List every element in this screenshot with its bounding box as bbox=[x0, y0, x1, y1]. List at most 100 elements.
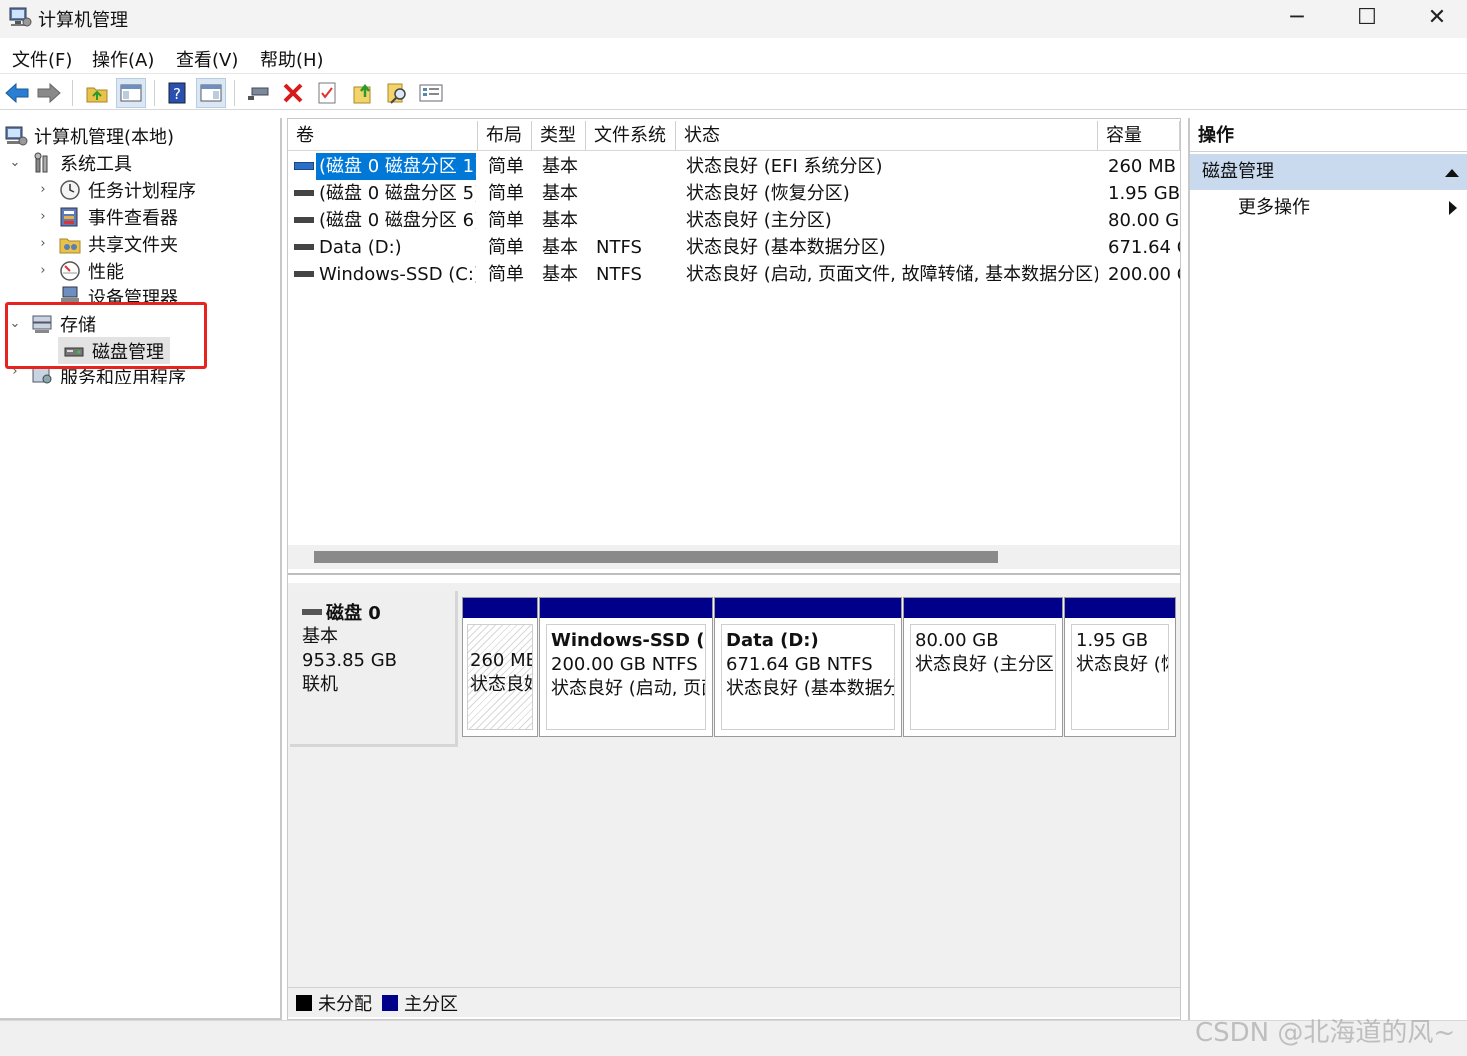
settings-icon[interactable] bbox=[416, 78, 446, 108]
more-actions-label: 更多操作 bbox=[1238, 197, 1310, 218]
connect-icon[interactable] bbox=[244, 78, 274, 108]
column-header-volume[interactable]: 卷 bbox=[288, 121, 478, 151]
tree-item-system-tools[interactable]: ⌄ 系统工具 bbox=[8, 149, 132, 176]
main-pane: 卷 布局 类型 文件系统 状态 容量 (磁盘 0 磁盘分区 1) 简单 基本 状… bbox=[287, 118, 1181, 1020]
export-icon[interactable] bbox=[348, 78, 378, 108]
column-header-capacity[interactable]: 容量 bbox=[1098, 121, 1180, 151]
tree-label: 事件查看器 bbox=[88, 207, 178, 229]
volume-icon bbox=[294, 244, 314, 250]
computer-management-icon bbox=[5, 126, 28, 145]
up-folder-icon[interactable] bbox=[82, 78, 112, 108]
chevron-right-icon[interactable]: › bbox=[36, 182, 50, 197]
toolbar-separator bbox=[234, 80, 235, 106]
cell-filesystem: NTFS bbox=[596, 264, 642, 285]
volume-list: (磁盘 0 磁盘分区 1) 简单 基本 状态良好 (EFI 系统分区) 260 … bbox=[288, 153, 1180, 293]
tree-label: 系统工具 bbox=[60, 153, 132, 175]
actions-header: 操作 bbox=[1190, 120, 1467, 152]
partition-block[interactable]: 260 MB 状态良好 bbox=[462, 597, 538, 737]
partition-size: 200.00 GB NTFS bbox=[551, 654, 698, 675]
partition-block[interactable]: 1.95 GB 状态良好 (恢复分区) bbox=[1064, 597, 1176, 737]
performance-icon bbox=[60, 260, 80, 281]
cell-volume: Windows-SSD (C:) bbox=[319, 264, 476, 285]
properties-icon[interactable] bbox=[312, 78, 342, 108]
minimize-button[interactable]: ─ bbox=[1262, 0, 1332, 34]
volume-icon bbox=[294, 162, 314, 170]
tree-item-event-viewer[interactable]: › 事件查看器 bbox=[36, 203, 178, 230]
find-icon[interactable] bbox=[382, 78, 412, 108]
disk-size: 953.85 GB bbox=[302, 650, 398, 671]
collapse-up-icon[interactable] bbox=[1445, 169, 1459, 177]
cell-status: 状态良好 (EFI 系统分区) bbox=[686, 156, 883, 177]
forward-icon[interactable] bbox=[34, 78, 64, 108]
cell-status: 状态良好 (基本数据分区) bbox=[686, 237, 886, 258]
partition-body: 1.95 GB 状态良好 (恢复分区) bbox=[1071, 624, 1169, 730]
cell-layout: 简单 bbox=[488, 237, 524, 258]
cell-volume: (磁盘 0 磁盘分区 6) bbox=[319, 210, 476, 231]
partition-status: 状态良好 (主分区) bbox=[915, 654, 1056, 675]
chevron-right-icon[interactable]: › bbox=[36, 236, 50, 251]
horizontal-scrollbar[interactable] bbox=[288, 545, 1180, 569]
menu-action[interactable]: 操作(A) bbox=[92, 46, 154, 72]
disk-name: 磁盘 0 bbox=[326, 603, 381, 624]
menu-help[interactable]: 帮助(H) bbox=[260, 46, 324, 72]
table-row[interactable]: Data (D:) 简单 基本 NTFS 状态良好 (基本数据分区) 671.6… bbox=[288, 234, 1180, 261]
cell-type: 基本 bbox=[542, 183, 578, 204]
cell-layout: 简单 bbox=[488, 183, 524, 204]
delete-icon[interactable] bbox=[278, 78, 308, 108]
partition-body: Windows-SSD (C:) 200.00 GB NTFS 状态良好 (启动… bbox=[546, 624, 706, 730]
annotation-highlight-box bbox=[5, 302, 207, 369]
table-row[interactable]: Windows-SSD (C:) 简单 基本 NTFS 状态良好 (启动, 页面… bbox=[288, 261, 1180, 288]
tree-item-task-scheduler[interactable]: › 任务计划程序 bbox=[36, 176, 196, 203]
partition-size: 260 MB bbox=[470, 650, 533, 671]
cell-filesystem: NTFS bbox=[596, 237, 642, 258]
partition-bar bbox=[715, 598, 901, 618]
toolbar: ? bbox=[0, 74, 1467, 110]
legend-label-primary: 主分区 bbox=[404, 993, 458, 1015]
chevron-right-icon[interactable]: › bbox=[36, 263, 50, 278]
partition-status: 状态良好 (启动, 页面文件) bbox=[551, 678, 705, 699]
cell-capacity: 1.95 GB bbox=[1108, 183, 1180, 204]
cell-capacity: 260 MB bbox=[1108, 156, 1176, 177]
legend-label-unallocated: 未分配 bbox=[318, 993, 372, 1015]
partition-block[interactable]: Data (D:) 671.64 GB NTFS 状态良好 (基本数据分区) bbox=[714, 597, 902, 737]
column-header-status[interactable]: 状态 bbox=[676, 121, 1098, 151]
tree-item-performance[interactable]: › 性能 bbox=[36, 257, 124, 284]
tools-icon bbox=[34, 152, 48, 172]
tree-item-device-manager[interactable]: 设备管理器 bbox=[36, 284, 178, 302]
column-header-layout[interactable]: 布局 bbox=[478, 121, 532, 151]
help-icon[interactable]: ? bbox=[162, 78, 192, 108]
tree-label: 计算机管理(本地) bbox=[34, 126, 175, 148]
cell-layout: 简单 bbox=[488, 156, 524, 177]
partition-size: 80.00 GB bbox=[915, 630, 999, 651]
tree-item-root[interactable]: 计算机管理(本地) bbox=[4, 122, 174, 149]
partition-title: Data (D:) bbox=[726, 630, 819, 651]
disk-info-panel[interactable]: 磁盘 0 基本 953.85 GB 联机 bbox=[290, 591, 458, 747]
tree-item-shared-folders[interactable]: › 共享文件夹 bbox=[36, 230, 178, 257]
table-row[interactable]: (磁盘 0 磁盘分区 1) 简单 基本 状态良好 (EFI 系统分区) 260 … bbox=[288, 153, 1180, 180]
show-hide-action-pane-icon[interactable] bbox=[196, 78, 226, 108]
svg-text:?: ? bbox=[173, 85, 181, 103]
chevron-right-icon[interactable]: › bbox=[36, 209, 50, 224]
more-actions-item[interactable]: 更多操作 bbox=[1190, 192, 1467, 224]
table-row[interactable]: (磁盘 0 磁盘分区 5) 简单 基本 状态良好 (恢复分区) 1.95 GB bbox=[288, 180, 1180, 207]
column-header-filesystem[interactable]: 文件系统 bbox=[586, 121, 676, 151]
close-button[interactable]: ✕ bbox=[1402, 0, 1467, 34]
chevron-down-icon[interactable]: ⌄ bbox=[8, 155, 22, 170]
actions-section-disk-management[interactable]: 磁盘管理 bbox=[1190, 154, 1467, 190]
partition-size: 1.95 GB bbox=[1076, 630, 1149, 651]
scrollbar-thumb[interactable] bbox=[314, 551, 998, 563]
column-header-type[interactable]: 类型 bbox=[532, 121, 586, 151]
cell-status: 状态良好 (启动, 页面文件, 故障转储, 基本数据分区) bbox=[686, 264, 1098, 285]
partition-block[interactable]: 80.00 GB 状态良好 (主分区) bbox=[903, 597, 1063, 737]
back-icon[interactable] bbox=[2, 78, 32, 108]
show-hide-tree-icon[interactable] bbox=[116, 78, 146, 108]
pane-splitter[interactable] bbox=[288, 573, 1180, 583]
cell-capacity: 671.64 GB bbox=[1108, 237, 1180, 258]
menu-view[interactable]: 查看(V) bbox=[176, 46, 238, 72]
menu-file[interactable]: 文件(F) bbox=[12, 46, 72, 72]
cell-type: 基本 bbox=[542, 156, 578, 177]
cell-capacity: 200.00 GB bbox=[1108, 264, 1180, 285]
maximize-button[interactable]: ☐ bbox=[1332, 0, 1402, 34]
partition-block[interactable]: Windows-SSD (C:) 200.00 GB NTFS 状态良好 (启动… bbox=[539, 597, 713, 737]
table-row[interactable]: (磁盘 0 磁盘分区 6) 简单 基本 状态良好 (主分区) 80.00 GB bbox=[288, 207, 1180, 234]
